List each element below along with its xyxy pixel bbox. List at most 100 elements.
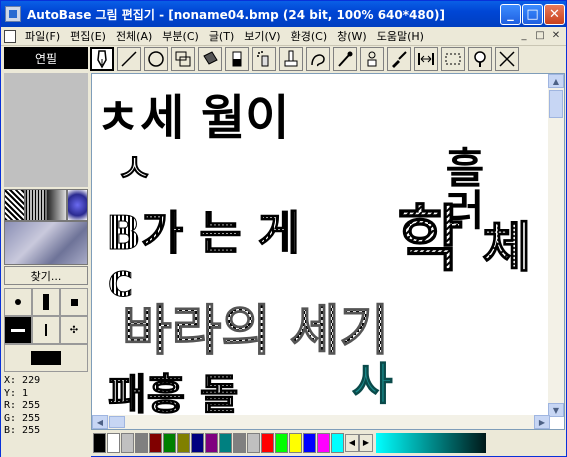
- palette-swatch-8[interactable]: [205, 432, 218, 453]
- coord-x: X: 229: [4, 375, 41, 386]
- color-b: B: 255: [4, 425, 41, 436]
- menu-view[interactable]: 보기(V): [239, 28, 285, 44]
- scroll-left-icon[interactable]: ◀: [92, 415, 108, 429]
- stamp-tool-icon[interactable]: [279, 47, 303, 71]
- fill-tool-icon[interactable]: [198, 47, 222, 71]
- canvas-text-1: ㅊ세 월이: [96, 90, 289, 146]
- palette-swatch-2[interactable]: [121, 432, 134, 453]
- select-tool-icon[interactable]: [441, 47, 465, 71]
- drawing-canvas[interactable]: ㅊ세 월이 ㅅ 흘러 B가 는 게 학 체 C 바라의 세기 패흥 돌 사: [92, 74, 550, 417]
- canvas-text-4: B가 는 게: [106, 206, 300, 260]
- current-color-swatch: [31, 351, 61, 365]
- close-button[interactable]: ✕: [544, 4, 565, 25]
- horizontal-scrollbar[interactable]: ◀ ▶: [92, 415, 550, 429]
- zoom-tool-icon[interactable]: [468, 47, 492, 71]
- coordinate-readout: X: 229 Y: 1 R: 255 G: 255 B: 255: [4, 375, 88, 438]
- find-button[interactable]: 찾기...: [4, 266, 88, 285]
- palette-swatch-12[interactable]: [261, 432, 274, 453]
- close-tool-icon[interactable]: [495, 47, 519, 71]
- palette-swatch-11[interactable]: [247, 432, 260, 453]
- rect-tool-icon[interactable]: [171, 47, 195, 71]
- palette-swatch-0[interactable]: [93, 432, 106, 453]
- pattern-thumb-3[interactable]: [46, 189, 67, 221]
- palette-swatch-5[interactable]: [163, 432, 176, 453]
- curve-tool-icon[interactable]: [306, 47, 330, 71]
- line-tool-icon[interactable]: [117, 47, 141, 71]
- spray-tool-icon[interactable]: [252, 47, 276, 71]
- scroll-right-icon[interactable]: ▶: [534, 415, 550, 429]
- canvas-text-10: 사: [352, 359, 392, 410]
- vertical-scroll-thumb[interactable]: [549, 90, 563, 118]
- minimize-button[interactable]: _: [500, 4, 521, 25]
- palette-swatch-16[interactable]: [317, 432, 330, 453]
- menu-help[interactable]: 도움말(H): [372, 28, 429, 44]
- resize-tool-icon[interactable]: [414, 47, 438, 71]
- magic-tool-icon[interactable]: [360, 47, 384, 71]
- palette-right-arrow-icon[interactable]: ▶: [359, 433, 373, 452]
- texture-preview: [4, 221, 88, 265]
- palette-swatch-17[interactable]: [331, 432, 344, 453]
- color-g: G: 255: [4, 412, 41, 424]
- canvas-text-5: 학: [397, 197, 463, 281]
- pattern-thumb-4[interactable]: [67, 189, 88, 221]
- panel-blank-area: [4, 73, 88, 187]
- circle-tool-icon[interactable]: [144, 47, 168, 71]
- horizontal-scroll-thumb[interactable]: [109, 416, 125, 428]
- document-icon[interactable]: [4, 29, 16, 43]
- color-palette: ◀ ▶: [91, 430, 565, 455]
- app-icon: [5, 6, 21, 22]
- palette-swatch-10[interactable]: [233, 432, 246, 453]
- menu-edit[interactable]: 편집(E): [65, 28, 111, 44]
- brush-dot-small[interactable]: [4, 288, 32, 316]
- brush-square[interactable]: [60, 288, 88, 316]
- menu-window[interactable]: 창(W): [332, 28, 372, 44]
- palette-swatch-9[interactable]: [219, 432, 232, 453]
- pattern-thumb-2[interactable]: [25, 189, 46, 221]
- eraser-tool-icon[interactable]: [225, 47, 249, 71]
- palette-swatch-1[interactable]: [107, 432, 120, 453]
- palette-swatch-7[interactable]: [191, 432, 204, 453]
- pen-tool-icon[interactable]: [90, 47, 114, 71]
- maximize-button[interactable]: □: [522, 4, 543, 25]
- scroll-up-icon[interactable]: ▲: [548, 74, 564, 88]
- vertical-scrollbar[interactable]: ▲ ▼: [548, 74, 564, 417]
- app-window: AutoBase 그림 편집기 - [noname04.bmp (24 bit,…: [0, 0, 567, 457]
- pattern-thumb-1[interactable]: [4, 189, 25, 221]
- menu-file[interactable]: 파일(F): [20, 28, 65, 44]
- brush-horizontal[interactable]: [4, 316, 32, 344]
- palette-swatch-3[interactable]: [135, 432, 148, 453]
- dropper-tool-icon[interactable]: [333, 47, 357, 71]
- menu-all[interactable]: 전체(A): [111, 28, 157, 44]
- pattern-thumbnails: [4, 189, 88, 221]
- toolbar: 연필: [1, 46, 566, 73]
- palette-swatch-15[interactable]: [303, 432, 316, 453]
- palette-gradient[interactable]: [376, 432, 486, 453]
- mdi-restore-button[interactable]: □: [532, 29, 548, 43]
- scroll-down-icon[interactable]: ▼: [548, 403, 564, 417]
- palette-swatch-6[interactable]: [177, 432, 190, 453]
- palette-left-arrow-icon[interactable]: ◀: [345, 433, 359, 452]
- palette-swatch-4[interactable]: [149, 432, 162, 453]
- brush-nib[interactable]: [32, 288, 60, 316]
- canvas-text-2: ㅅ: [116, 146, 153, 192]
- brush-tool-icon[interactable]: [387, 47, 411, 71]
- canvas-area[interactable]: ㅊ세 월이 ㅅ 흘러 B가 는 게 학 체 C 바라의 세기 패흥 돌 사 ▲ …: [91, 73, 565, 430]
- palette-swatch-13[interactable]: [275, 432, 288, 453]
- palette-swatches: [93, 432, 345, 453]
- canvas-text-art: ㅊ세 월이 ㅅ 흘러 B가 는 게 학 체 C 바라의 세기 패흥 돌 사: [96, 90, 532, 417]
- mdi-minimize-button[interactable]: _: [516, 29, 532, 43]
- menu-settings[interactable]: 환경(C): [286, 28, 333, 44]
- color-r: R: 255: [4, 400, 41, 411]
- window-title: AutoBase 그림 편집기 - [noname04.bmp (24 bit,…: [27, 7, 446, 22]
- canvas-text-8: 바라의 세기: [122, 299, 389, 362]
- left-panel: 찾기... ✣ X: 229 Y: 1 R: 255 G: 255 B: 255: [1, 73, 91, 457]
- brush-vertical[interactable]: [32, 316, 60, 344]
- title-bar[interactable]: AutoBase 그림 편집기 - [noname04.bmp (24 bit,…: [1, 1, 566, 27]
- current-color: [4, 344, 88, 372]
- mdi-close-button[interactable]: ✕: [548, 29, 564, 43]
- palette-swatch-14[interactable]: [289, 432, 302, 453]
- brush-cross[interactable]: ✣: [60, 316, 88, 344]
- menu-text[interactable]: 글(T): [204, 28, 239, 44]
- menu-bar: 파일(F) 편집(E) 전체(A) 부분(C) 글(T) 보기(V) 환경(C)…: [1, 27, 566, 46]
- menu-part[interactable]: 부분(C): [157, 28, 204, 44]
